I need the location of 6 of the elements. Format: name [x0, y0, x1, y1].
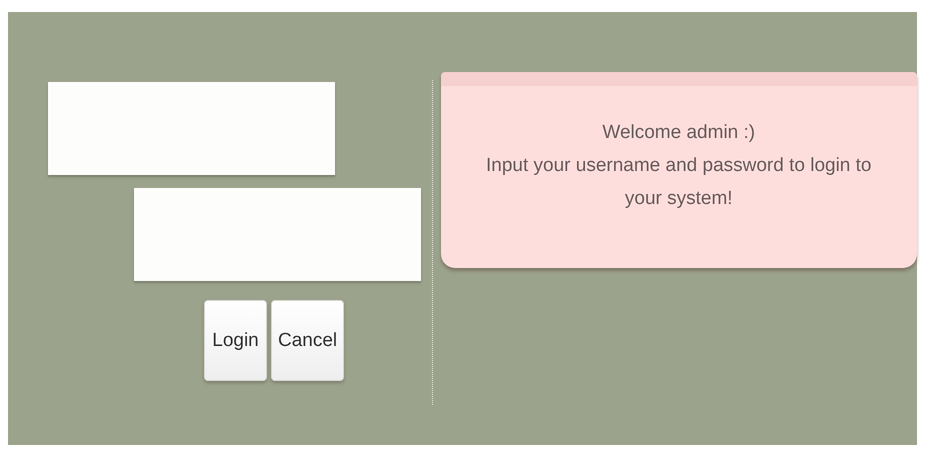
instruction-text: Input your username and password to login to your system! — [484, 154, 872, 211]
login-button[interactable]: Login — [204, 300, 267, 381]
welcome-text: Welcome admin :) — [602, 121, 756, 145]
cancel-button[interactable]: Cancel — [271, 300, 344, 381]
username-field[interactable] — [48, 82, 335, 175]
password-field[interactable] — [134, 188, 421, 281]
